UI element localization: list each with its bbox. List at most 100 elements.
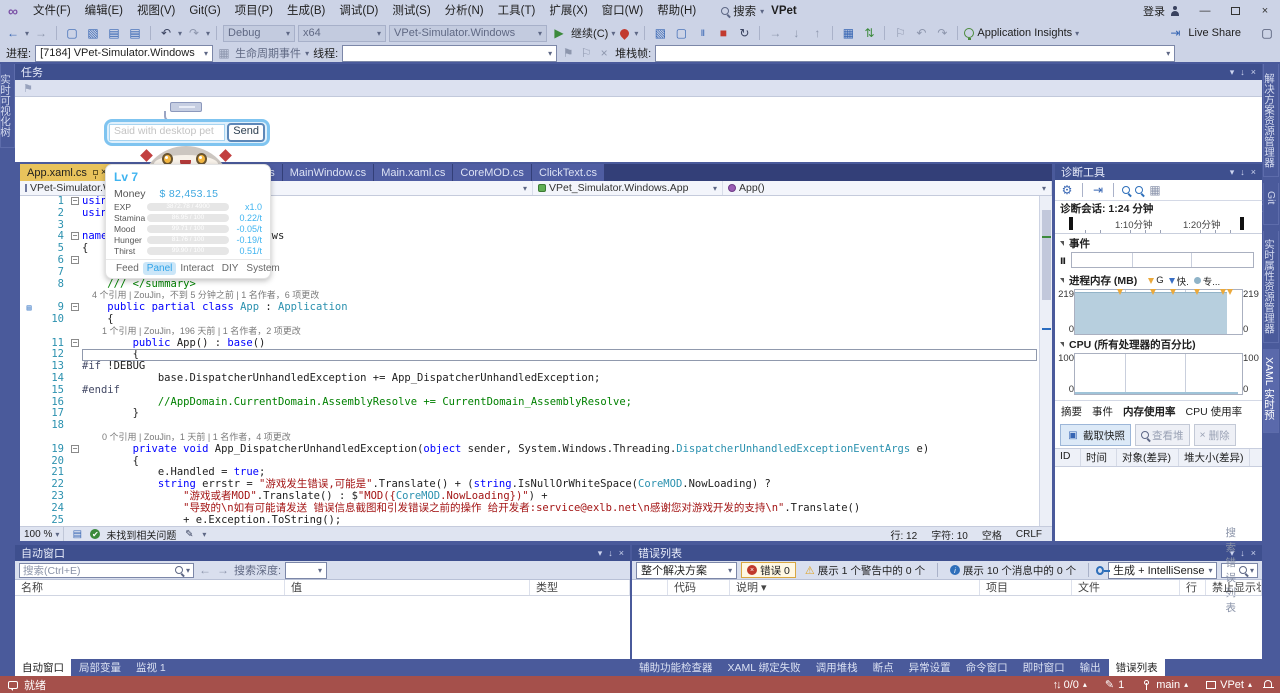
right-tab-实时属性资源管理器[interactable]: 实时属性资源管理器 (1263, 231, 1279, 343)
pin-icon[interactable]: ↓ (1240, 167, 1245, 178)
platform-dropdown[interactable]: x64 ▾ (298, 24, 387, 42)
close-button[interactable]: × (1250, 0, 1280, 22)
fold-margin[interactable] (68, 385, 82, 397)
menu-vpet[interactable]: VPet (764, 0, 804, 22)
fold-icon[interactable]: − (71, 303, 79, 312)
repo-picker[interactable]: VPet ▴ (1200, 679, 1258, 691)
editor-tab-MainWindow.cs[interactable]: MainWindow.cs (282, 164, 374, 181)
flag-icon[interactable]: ⚑ (23, 82, 33, 95)
diag-col-对象(差异)[interactable]: 对象(差异) (1117, 449, 1179, 466)
lifecycle-label[interactable]: 生命周期事件 (235, 45, 301, 61)
fold-icon[interactable]: − (71, 255, 79, 264)
errors-col-禁止显示状态[interactable]: 禁止显示状态 (1206, 580, 1262, 595)
source-dropdown[interactable]: 生成 + IntelliSense ▾ (1108, 561, 1218, 579)
bottom-tab-辅助功能检查器[interactable]: 辅助功能检查器 (632, 659, 720, 676)
fold-margin[interactable] (68, 314, 82, 326)
continue-button[interactable]: ▶ 继续(C) ▾ (550, 24, 615, 42)
fold-margin[interactable] (68, 397, 82, 409)
code-line[interactable]: 19− private void App_DispatcherUnhandled… (20, 443, 1039, 456)
menu-项目(P)[interactable]: 项目(P) (228, 0, 280, 22)
close-icon[interactable]: × (1251, 67, 1256, 78)
pin-icon[interactable] (92, 170, 98, 179)
close-icon[interactable]: × (1251, 548, 1256, 559)
stop-debug-icon[interactable]: ■ (714, 24, 732, 42)
flag-icon[interactable]: ⚑ (561, 44, 575, 62)
autos-col-类型[interactable]: 类型 (530, 580, 630, 595)
pet-chat-input[interactable]: Said with desktop pet (109, 124, 226, 141)
pet-send-button[interactable]: Send (227, 123, 265, 142)
flag-outline-icon[interactable]: ⚐ (579, 44, 593, 62)
breadcrumb-member[interactable]: App() ▾ (723, 181, 1052, 195)
code-line[interactable]: 12 { (20, 348, 1039, 361)
fold-margin[interactable]: − (68, 231, 82, 243)
save-icon[interactable]: ▤ (105, 24, 123, 42)
menu-工具(T)[interactable]: 工具(T) (491, 0, 543, 22)
bottom-tab-错误列表[interactable]: 错误列表 (1108, 659, 1165, 676)
hot-reload-icon[interactable] (618, 26, 632, 40)
diag-tab-内存使用率[interactable]: 内存使用率 (1123, 404, 1176, 419)
right-tab-XAML 实时预览[interactable]: XAML 实时预览 (1248, 349, 1279, 433)
feedback-icon[interactable]: ▢ (1258, 24, 1276, 42)
fold-icon[interactable]: − (71, 444, 79, 453)
save-all-icon[interactable]: ▤ (126, 24, 144, 42)
diag-tab-CPU 使用率[interactable]: CPU 使用率 (1186, 404, 1243, 419)
search-menu[interactable]: 搜索 ▾ (721, 3, 764, 19)
code-line[interactable]: ▤ 9− public partial class App : Applicati… (20, 301, 1039, 314)
fold-margin[interactable]: − (68, 338, 82, 350)
menu-帮助(H)[interactable]: 帮助(H) (650, 0, 703, 22)
stackframe-dropdown[interactable]: ▾ (655, 44, 1176, 62)
bottom-tab-即时窗口[interactable]: 即时窗口 (1016, 659, 1072, 676)
diag-tab-摘要[interactable]: 摘要 (1061, 404, 1082, 419)
window-position-icon[interactable]: ▾ (1230, 67, 1235, 78)
fold-margin[interactable] (68, 503, 82, 515)
fold-margin[interactable] (68, 220, 82, 232)
bottom-tab-异常设置[interactable]: 异常设置 (902, 659, 958, 676)
diag-tab-事件[interactable]: 事件 (1092, 404, 1113, 419)
timeline-ruler[interactable]: 1:10分钟 1:20分钟 (1055, 215, 1262, 234)
errors-col-文件[interactable]: 文件 (1072, 580, 1180, 595)
errors-filter-button[interactable]: × 错误 0 (741, 562, 796, 578)
bottom-tab-自动窗口[interactable]: 自动窗口 (15, 659, 71, 676)
fold-margin[interactable] (68, 208, 82, 220)
pin-icon[interactable]: ↓ (1240, 67, 1245, 78)
breadcrumb-project[interactable]: VPet-Simulator.Wi (20, 181, 108, 195)
bottom-tab-局部变量[interactable]: 局部变量 (72, 659, 128, 676)
editor-tab-App.xaml.cs[interactable]: App.xaml.cs × (20, 164, 114, 181)
fold-margin[interactable] (68, 326, 82, 338)
fold-margin[interactable]: − (68, 302, 82, 314)
code-line[interactable]: 18 (20, 419, 1039, 432)
autos-col-名称[interactable]: 名称 (15, 580, 285, 595)
bookmark-icon[interactable]: ⚐ (891, 24, 909, 42)
step-over-icon[interactable]: → (766, 24, 784, 42)
sync-status[interactable]: ↑↓ 0/0 ▴ (1047, 679, 1093, 691)
sign-in[interactable]: 登录 (1143, 3, 1180, 19)
events-section-header[interactable]: 事件 (1055, 234, 1262, 252)
fold-margin[interactable] (68, 349, 82, 361)
delete-snapshot-button[interactable]: × 删除 (1193, 424, 1236, 446)
break-all-icon[interactable]: Ⅱ (693, 24, 711, 42)
fold-margin[interactable] (68, 420, 82, 432)
step-out-icon[interactable]: ↑ (808, 24, 826, 42)
close-icon[interactable]: × (619, 548, 624, 559)
branch-picker[interactable]: main ▴ (1136, 679, 1194, 691)
errors-col-行[interactable]: 行 (1180, 580, 1206, 595)
zoom-dropdown[interactable]: 100 % ▾ (24, 527, 65, 541)
pet-tab-feed[interactable]: Feed (112, 262, 143, 275)
zoom-out-icon[interactable] (1135, 186, 1143, 194)
pending-edits[interactable]: ✎ 1 (1099, 678, 1130, 692)
view-heap-button[interactable]: 查看堆 (1135, 424, 1190, 446)
left-tab-实时可视化树[interactable]: 实时可视化树 (0, 64, 15, 148)
range-handle-right[interactable] (1240, 217, 1244, 230)
error-list-header[interactable]: 错误列表 ▾ ↓ × (632, 545, 1262, 561)
pet-tab-panel[interactable]: Panel (142, 262, 177, 275)
right-tab-Git 更改[interactable]: Git 更改 (1251, 183, 1279, 225)
restart-icon[interactable]: ↻ (735, 24, 753, 42)
fold-margin[interactable] (68, 267, 82, 279)
fold-margin[interactable] (68, 279, 82, 291)
code-line[interactable]: 14 base.DispatcherUnhandledException += … (20, 372, 1039, 385)
error-list-body[interactable] (632, 596, 1262, 659)
browse-icon[interactable]: ▧ (651, 24, 669, 42)
code-line[interactable]: 17 } (20, 407, 1039, 420)
fold-margin[interactable]: − (68, 444, 82, 456)
notifications-bell-icon[interactable] (1263, 680, 1274, 688)
